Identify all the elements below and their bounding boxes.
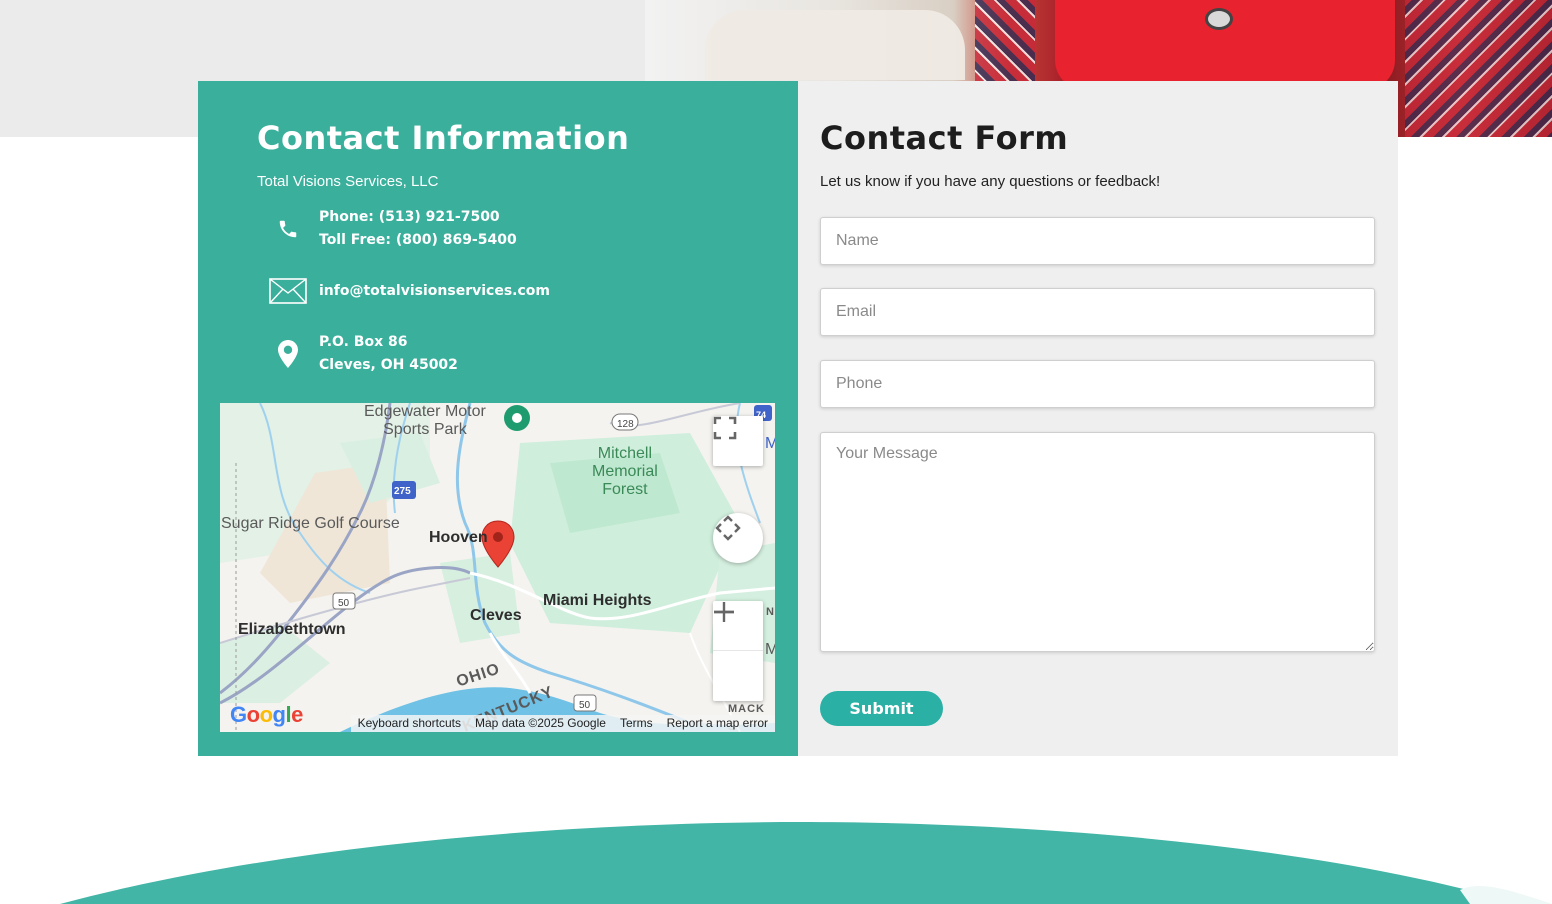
phone-input[interactable]	[820, 360, 1375, 408]
map-label-elizabethtown: Elizabethtown	[238, 621, 346, 638]
message-textarea[interactable]	[820, 432, 1375, 652]
google-map[interactable]: Edgewater Motor Sports Park Mitchell Mem…	[220, 403, 775, 732]
map-label-sugar-ridge: Sugar Ridge Golf Course	[221, 515, 400, 532]
map-label-hooven: Hooven	[429, 529, 488, 546]
shield-128-label: 128	[617, 419, 634, 430]
zoom-out-button[interactable]	[713, 610, 763, 701]
contact-form-title: Contact Form	[820, 119, 1069, 157]
name-input[interactable]	[820, 217, 1375, 265]
phone-icon	[257, 218, 319, 240]
email-row: info@totalvisionservices.com	[257, 278, 550, 304]
pan-arrows-icon	[715, 515, 741, 541]
shield-50b-label: 50	[579, 700, 591, 711]
map-label-edge-m2: M	[765, 641, 775, 658]
address-line-1: P.O. Box 86	[319, 334, 408, 350]
photo-chair	[705, 10, 965, 80]
photo-plaid-right	[1405, 0, 1552, 137]
envelope-icon	[257, 278, 319, 304]
pan-control-button[interactable]	[713, 513, 763, 563]
terms-link[interactable]: Terms	[612, 714, 660, 732]
address-row: P.O. Box 86 Cleves, OH 45002	[257, 331, 458, 377]
map-label-miami-heights: Miami Heights	[543, 592, 652, 609]
map-data-attribution: Map data ©2025 Google	[468, 714, 613, 732]
map-label-edge-n: N	[766, 606, 774, 618]
keyboard-shortcuts-link[interactable]: Keyboard shortcuts	[350, 714, 469, 732]
map-label-edgewater: Edgewater Motor Sports Park	[364, 403, 486, 438]
map-footer: Keyboard shortcuts Map data ©2025 Google…	[220, 714, 775, 732]
shield-275-label: 275	[394, 486, 411, 497]
map-label-cleves: Cleves	[470, 607, 522, 624]
contact-information-title: Contact Information	[257, 119, 630, 157]
report-map-error-link[interactable]: Report a map error	[659, 714, 775, 732]
minus-icon	[714, 610, 734, 614]
contact-form-subtitle: Let us know if you have any questions or…	[820, 173, 1161, 190]
fullscreen-icon	[713, 416, 737, 440]
location-pin-icon	[257, 340, 319, 368]
submit-button[interactable]: Submit	[820, 691, 943, 726]
email-input[interactable]	[820, 288, 1375, 336]
map-canvas	[220, 403, 775, 732]
email-link[interactable]: info@totalvisionservices.com	[319, 280, 550, 303]
shield-50a-label: 50	[338, 598, 350, 609]
address-line-2: Cleves, OH 45002	[319, 357, 458, 373]
bottom-wave-decoration	[60, 822, 1552, 904]
contact-information-panel: Contact Information Total Visions Servic…	[198, 81, 798, 756]
map-label-mitchell: Mitchell Memorial Forest	[592, 445, 658, 498]
fullscreen-button[interactable]	[713, 416, 763, 466]
zoom-control	[713, 601, 763, 701]
toll-free-number[interactable]: Toll Free: (800) 869-5400	[319, 229, 517, 252]
map-label-edge-m1: M	[765, 435, 775, 452]
company-name: Total Visions Services, LLC	[257, 173, 439, 190]
phone-number[interactable]: Phone: (513) 921-7500	[319, 206, 517, 229]
contact-form-panel: Contact Form Let us know if you have any…	[798, 81, 1398, 756]
phone-row: Phone: (513) 921-7500 Toll Free: (800) 8…	[257, 206, 517, 252]
page: Contact Information Total Visions Servic…	[0, 0, 1552, 904]
photo-watch	[1205, 8, 1233, 30]
